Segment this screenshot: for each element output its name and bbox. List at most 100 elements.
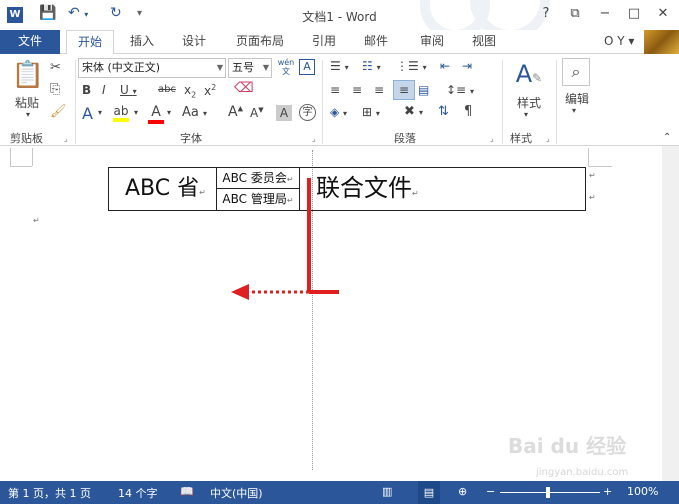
italic-button[interactable]: I bbox=[102, 83, 106, 97]
format-painter-icon[interactable]: 🖌 bbox=[50, 104, 67, 119]
clear-formatting-icon[interactable]: ⌫ bbox=[234, 80, 254, 96]
distributed-icon[interactable]: ▤ bbox=[418, 83, 429, 97]
word-count[interactable]: 14 个字 bbox=[118, 485, 158, 501]
page-corner-mark bbox=[32, 148, 33, 166]
page-corner-mark bbox=[588, 166, 612, 167]
read-mode-icon[interactable]: ▥ bbox=[382, 485, 392, 498]
zoom-slider-track[interactable] bbox=[500, 492, 600, 493]
superscript-button[interactable]: x2 bbox=[204, 83, 216, 98]
user-account[interactable]: O Y ▾ bbox=[604, 34, 634, 48]
paste-icon[interactable]: 📋 bbox=[10, 60, 46, 96]
styles-launcher-icon[interactable]: ⌟ bbox=[546, 134, 550, 143]
font-size-combo[interactable]: 五号 ▼ bbox=[228, 58, 272, 78]
enclose-characters-icon[interactable]: 字 bbox=[299, 104, 316, 121]
group-divider bbox=[502, 60, 503, 144]
language[interactable]: 中文(中国) bbox=[210, 485, 263, 501]
bold-button[interactable]: B bbox=[82, 83, 91, 97]
clipboard-launcher-icon[interactable]: ⌟ bbox=[64, 134, 68, 143]
paragraph-launcher-icon[interactable]: ⌟ bbox=[490, 134, 494, 143]
group-label-font: 字体 bbox=[180, 132, 202, 145]
chinese-layout-icon[interactable]: ✖ ▾ bbox=[404, 104, 423, 119]
table-cell-joint-document[interactable]: 联合文件↵ bbox=[316, 168, 586, 210]
chevron-down-icon[interactable]: ▾ bbox=[572, 106, 576, 115]
page-count[interactable]: 第 1 页，共 1 页 bbox=[8, 485, 91, 501]
sort-icon[interactable]: ⇅ bbox=[438, 104, 449, 119]
justify-icon[interactable]: ≡ bbox=[393, 80, 415, 100]
character-shading-icon[interactable]: A bbox=[276, 105, 292, 121]
tab-design[interactable]: 设计 bbox=[172, 30, 216, 54]
show-formatting-marks-icon[interactable]: ¶ bbox=[464, 104, 472, 119]
line-spacing-icon[interactable]: ↕≡ ▾ bbox=[446, 83, 474, 97]
zoom-level[interactable]: 100% bbox=[627, 485, 658, 498]
page-corner-mark bbox=[10, 166, 32, 167]
styles-button[interactable]: 样式 bbox=[512, 94, 546, 111]
character-border-button[interactable]: A bbox=[299, 59, 315, 75]
strikethrough-button[interactable]: abc bbox=[158, 84, 176, 95]
styles-icon[interactable]: A✎ bbox=[514, 60, 544, 88]
help-button[interactable]: ? bbox=[536, 6, 556, 21]
font-color-icon[interactable]: A bbox=[148, 104, 164, 124]
increase-indent-icon[interactable]: ⇥ bbox=[462, 59, 472, 73]
align-right-icon[interactable]: ≡ bbox=[374, 83, 384, 97]
phonetic-guide-button[interactable]: wén 文 bbox=[276, 58, 296, 76]
minimize-button[interactable]: − bbox=[595, 6, 615, 21]
avatar[interactable] bbox=[644, 30, 679, 54]
chevron-down-icon[interactable]: ▾ bbox=[167, 108, 171, 117]
shrink-font-icon[interactable]: A▼ bbox=[250, 106, 264, 120]
borders-icon[interactable]: ⊞ ▾ bbox=[362, 105, 380, 119]
proofing-icon[interactable]: 📖 bbox=[180, 485, 194, 498]
tab-references[interactable]: 引用 bbox=[304, 30, 344, 54]
tab-mailings[interactable]: 邮件 bbox=[356, 30, 396, 54]
province-text: ABC 省 bbox=[125, 176, 200, 201]
decrease-indent-icon[interactable]: ⇤ bbox=[440, 59, 450, 73]
chevron-down-icon[interactable]: ▾ bbox=[98, 108, 102, 117]
zoom-in-button[interactable]: + bbox=[603, 485, 612, 498]
editing-button[interactable]: 编辑 bbox=[562, 90, 592, 107]
text-effects-icon[interactable]: A bbox=[82, 104, 93, 123]
ribbon-display-button[interactable]: ⧉ bbox=[565, 6, 585, 21]
subscript-button[interactable]: x2 bbox=[184, 83, 196, 99]
highlight-color-icon[interactable]: ab bbox=[113, 104, 129, 122]
paste-dropdown-icon[interactable]: ▾ bbox=[22, 110, 34, 119]
group-label-clipboard: 剪贴板 bbox=[10, 132, 43, 145]
copy-icon[interactable]: ⎘ bbox=[50, 82, 60, 97]
tab-view[interactable]: 视图 bbox=[464, 30, 504, 54]
tab-page-layout[interactable]: 页面布局 bbox=[230, 30, 290, 54]
change-case-icon[interactable]: Aa ▾ bbox=[182, 105, 207, 120]
table-cell-province[interactable]: ABC 省↵ bbox=[109, 168, 217, 210]
shading-icon[interactable]: ◈ ▾ bbox=[330, 105, 347, 119]
page-corner-mark bbox=[588, 148, 589, 166]
web-layout-icon[interactable]: ⊕ bbox=[458, 485, 467, 498]
end-of-row-mark: ↵ bbox=[589, 171, 596, 180]
chevron-down-icon[interactable]: ▾ bbox=[524, 110, 528, 119]
close-button[interactable]: ✕ bbox=[653, 6, 673, 21]
underline-button[interactable]: U ▾ bbox=[120, 83, 137, 97]
tab-file[interactable]: 文件 bbox=[0, 30, 60, 54]
print-layout-icon[interactable]: ▤ bbox=[418, 481, 440, 504]
cut-icon[interactable]: ✂ bbox=[50, 60, 61, 75]
zoom-slider-thumb[interactable] bbox=[546, 487, 550, 498]
chevron-down-icon[interactable]: ▾ bbox=[134, 108, 138, 117]
zoom-out-button[interactable]: − bbox=[486, 485, 495, 498]
multilevel-list-icon[interactable]: ⋮☰ ▾ bbox=[396, 59, 427, 73]
vertical-scrollbar[interactable] bbox=[662, 146, 679, 481]
grow-font-icon[interactable]: A▲ bbox=[228, 104, 243, 120]
group-divider bbox=[556, 60, 557, 144]
tab-insert[interactable]: 插入 bbox=[120, 30, 164, 54]
maximize-button[interactable]: □ bbox=[624, 6, 644, 21]
tab-home[interactable]: 开始 bbox=[66, 30, 114, 55]
align-left-icon[interactable]: ≡ bbox=[330, 83, 340, 97]
collapse-ribbon-icon[interactable]: ⌃ bbox=[663, 132, 671, 143]
watermark-url: jingyan.baidu.com bbox=[536, 467, 629, 478]
binoculars-icon[interactable]: ⌕ bbox=[562, 58, 590, 86]
align-center-icon[interactable]: ≡ bbox=[352, 83, 362, 97]
font-name-combo[interactable]: 宋体 (中文正文) ▼ bbox=[78, 58, 226, 78]
tab-review[interactable]: 审阅 bbox=[410, 30, 454, 54]
numbering-icon[interactable]: ☷ ▾ bbox=[362, 59, 381, 73]
group-label-paragraph: 段落 bbox=[394, 132, 416, 145]
paste-button[interactable]: 粘贴 bbox=[12, 94, 42, 111]
bullets-icon[interactable]: ☰ ▾ bbox=[330, 59, 349, 73]
ribbon-tab-bar: 文件 开始 插入 设计 页面布局 引用 邮件 审阅 视图 O Y ▾ bbox=[0, 30, 679, 55]
status-bar: 第 1 页，共 1 页 14 个字 📖 中文(中国) ▥ ▤ ⊕ − + 100… bbox=[0, 481, 679, 504]
font-launcher-icon[interactable]: ⌟ bbox=[312, 134, 316, 143]
